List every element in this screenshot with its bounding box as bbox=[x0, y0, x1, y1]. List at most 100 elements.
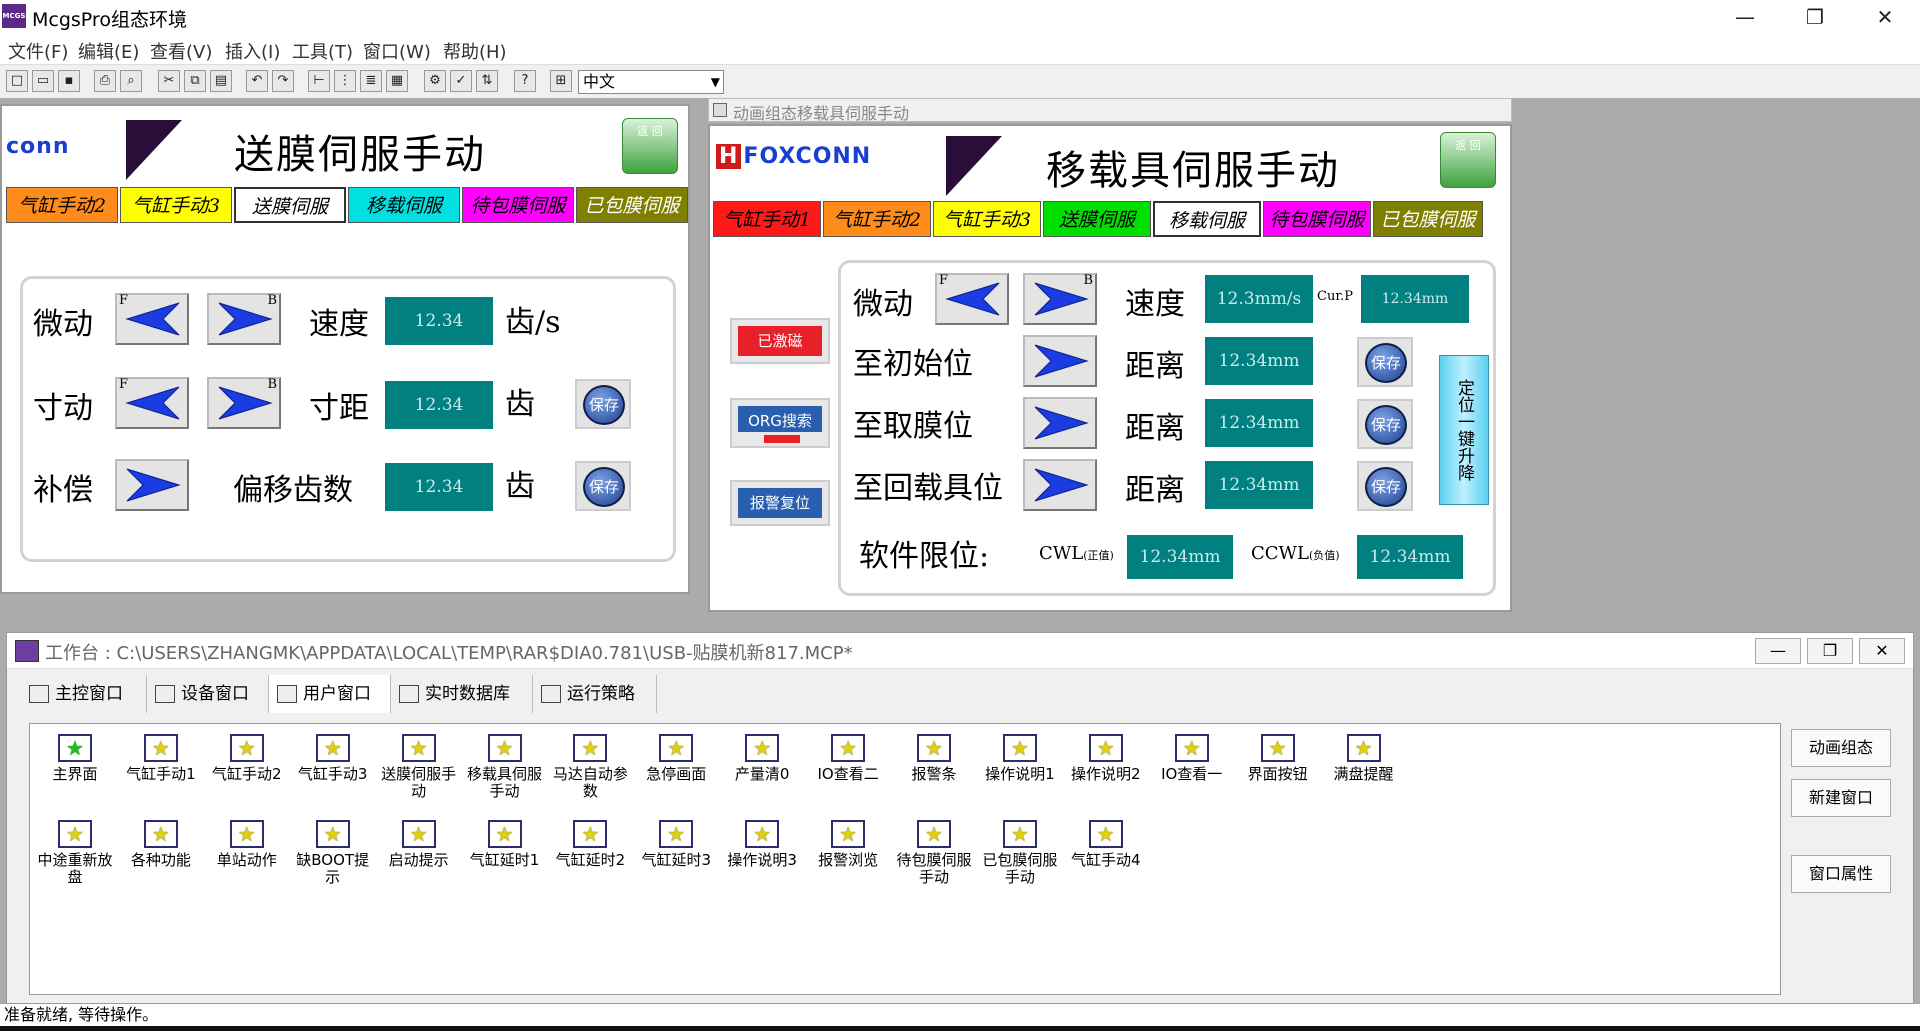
menu-insert[interactable]: 插入(I) bbox=[225, 38, 280, 64]
user-window-item[interactable]: ★ 马达自动参数 bbox=[547, 728, 633, 800]
new-icon[interactable]: □ bbox=[6, 70, 28, 92]
cwl-value[interactable]: 12.34mm bbox=[1127, 535, 1233, 579]
open-icon[interactable]: ▭ bbox=[32, 70, 54, 92]
user-window-item[interactable]: ★ 待包膜伺服手动 bbox=[891, 814, 977, 886]
save-pick-button[interactable]: 保存 bbox=[1357, 399, 1413, 449]
user-window-item[interactable]: ★ IO查看二 bbox=[805, 728, 891, 783]
tab-realtime-database[interactable]: 实时数据库 bbox=[391, 675, 533, 713]
sort-icon[interactable]: ⇅ bbox=[476, 70, 498, 92]
alarm-reset-button[interactable]: 报警复位 bbox=[730, 480, 830, 526]
undo-icon[interactable]: ↶ bbox=[246, 70, 268, 92]
user-window-item[interactable]: ★ 操作说明2 bbox=[1063, 728, 1149, 783]
user-window-item[interactable]: ★ 送膜伺服手动 bbox=[376, 728, 462, 800]
tab-wrapped-servo[interactable]: 已包膜伺服 bbox=[1373, 201, 1483, 237]
back-button[interactable]: 返 回 bbox=[1440, 132, 1496, 188]
to-return-button[interactable] bbox=[1023, 459, 1097, 511]
user-window-item[interactable]: ★ 缺BOOT提示 bbox=[290, 814, 376, 886]
user-window-item[interactable]: ★ 报警浏览 bbox=[805, 814, 891, 869]
user-window-item[interactable]: ★ 气缸手动1 bbox=[118, 728, 204, 783]
pick-distance-value[interactable]: 12.34mm bbox=[1205, 399, 1313, 447]
paste-icon[interactable]: ▤ bbox=[210, 70, 232, 92]
new-window-button[interactable]: 新建窗口 bbox=[1791, 779, 1891, 817]
speed-value[interactable]: 12.34 bbox=[385, 297, 493, 345]
language-icon[interactable]: ⊞ bbox=[550, 70, 572, 92]
inch-distance-value[interactable]: 12.34 bbox=[385, 381, 493, 429]
jog-forward-button[interactable]: F bbox=[115, 293, 189, 345]
user-window-item[interactable]: ★ 气缸手动2 bbox=[204, 728, 290, 783]
menu-help[interactable]: 帮助(H) bbox=[443, 38, 507, 64]
distribute-icon[interactable]: ⋮ bbox=[334, 70, 356, 92]
tab-user-window[interactable]: 用户窗口 bbox=[269, 675, 391, 713]
speed-value[interactable]: 12.3mm/s bbox=[1205, 275, 1313, 323]
grid-icon[interactable]: ▦ bbox=[386, 70, 408, 92]
user-window-item[interactable]: ★ 满盘提醒 bbox=[1321, 728, 1407, 783]
preview-icon[interactable]: ⌕ bbox=[120, 70, 142, 92]
user-window-item[interactable]: ★ 中途重新放盘 bbox=[32, 814, 118, 886]
restore-button[interactable]: ❐ bbox=[1780, 0, 1850, 34]
tab-main-window[interactable]: 主控窗口 bbox=[21, 675, 147, 713]
to-home-button[interactable] bbox=[1023, 335, 1097, 387]
tab-cylinder-3[interactable]: 气缸手动3 bbox=[933, 201, 1041, 237]
tab-cylinder-2[interactable]: 气缸手动2 bbox=[823, 201, 931, 237]
save-inch-button[interactable]: 保存 bbox=[575, 379, 631, 429]
to-pick-button[interactable] bbox=[1023, 397, 1097, 449]
user-window-item[interactable]: ★ 气缸延时2 bbox=[547, 814, 633, 869]
jog-backward-button[interactable]: B bbox=[207, 293, 281, 345]
user-window-item[interactable]: ★ 气缸延时3 bbox=[633, 814, 719, 869]
tab-transfer-servo[interactable]: 移载伺服 bbox=[348, 187, 460, 223]
minimize-button[interactable]: — bbox=[1710, 0, 1780, 34]
user-window-item[interactable]: ★ 气缸手动4 bbox=[1063, 814, 1149, 869]
menu-edit[interactable]: 编辑(E) bbox=[78, 38, 139, 64]
save-icon[interactable]: ▪ bbox=[58, 70, 80, 92]
tab-device-window[interactable]: 设备窗口 bbox=[147, 675, 269, 713]
close-button[interactable]: ✕ bbox=[1850, 0, 1920, 34]
tab-wrapped-servo[interactable]: 已包膜伺服 bbox=[576, 187, 688, 223]
user-window-item[interactable]: ★ 单站动作 bbox=[204, 814, 290, 869]
tab-cylinder-2[interactable]: 气缸手动2 bbox=[6, 187, 118, 223]
user-window-item[interactable]: ★ 急停画面 bbox=[633, 728, 719, 783]
user-window-item[interactable]: ★ IO查看一 bbox=[1149, 728, 1235, 783]
window-properties-button[interactable]: 窗口属性 bbox=[1791, 855, 1891, 893]
compensation-button[interactable] bbox=[115, 459, 189, 511]
offset-teeth-value[interactable]: 12.34 bbox=[385, 463, 493, 511]
return-distance-value[interactable]: 12.34mm bbox=[1205, 461, 1313, 509]
user-window-item[interactable]: ★ 各种功能 bbox=[118, 814, 204, 869]
tab-film-servo[interactable]: 送膜伺服 bbox=[234, 187, 346, 223]
help-icon[interactable]: ? bbox=[514, 70, 536, 92]
save-offset-button[interactable]: 保存 bbox=[575, 461, 631, 511]
workbench-minimize-button[interactable]: — bbox=[1755, 638, 1801, 664]
tab-pending-wrap-servo[interactable]: 待包膜伺服 bbox=[462, 187, 574, 223]
language-select[interactable]: 中文 ▼ bbox=[578, 70, 724, 94]
tab-transfer-servo[interactable]: 移载伺服 bbox=[1153, 201, 1261, 237]
inch-backward-button[interactable]: B bbox=[207, 377, 281, 429]
jog-forward-button[interactable]: F bbox=[935, 273, 1009, 325]
workbench-restore-button[interactable]: ❐ bbox=[1807, 638, 1853, 664]
ccwl-value[interactable]: 12.34mm bbox=[1357, 535, 1463, 579]
one-key-lift-button[interactable]: 定位一键升降 bbox=[1439, 355, 1489, 505]
print-icon[interactable]: ⎙ bbox=[94, 70, 116, 92]
user-window-item[interactable]: ★ 气缸手动3 bbox=[290, 728, 376, 783]
back-button[interactable]: 返 回 bbox=[622, 118, 678, 174]
user-window-item[interactable]: ★ 产量清0 bbox=[719, 728, 805, 783]
user-window-item[interactable]: ★ 气缸延时1 bbox=[462, 814, 548, 869]
home-distance-value[interactable]: 12.34mm bbox=[1205, 337, 1313, 385]
menu-file[interactable]: 文件(F) bbox=[8, 38, 68, 64]
save-return-button[interactable]: 保存 bbox=[1357, 461, 1413, 511]
user-window-item[interactable]: ★ 移载具伺服手动 bbox=[462, 728, 548, 800]
align-icon[interactable]: ⊢ bbox=[308, 70, 330, 92]
save-home-button[interactable]: 保存 bbox=[1357, 337, 1413, 387]
menu-tools[interactable]: 工具(T) bbox=[292, 38, 353, 64]
animation-config-button[interactable]: 动画组态 bbox=[1791, 729, 1891, 767]
tab-film-servo[interactable]: 送膜伺服 bbox=[1043, 201, 1151, 237]
jog-backward-button[interactable]: B bbox=[1023, 273, 1097, 325]
excited-button[interactable]: 已激磁 bbox=[730, 318, 830, 364]
copy-icon[interactable]: ⧉ bbox=[184, 70, 206, 92]
cut-icon[interactable]: ✂ bbox=[158, 70, 180, 92]
workbench-close-button[interactable]: ✕ bbox=[1859, 638, 1905, 664]
inch-forward-button[interactable]: F bbox=[115, 377, 189, 429]
redo-icon[interactable]: ↷ bbox=[272, 70, 294, 92]
tab-pending-wrap-servo[interactable]: 待包膜伺服 bbox=[1263, 201, 1371, 237]
check-icon[interactable]: ✓ bbox=[450, 70, 472, 92]
tab-cylinder-1[interactable]: 气缸手动1 bbox=[713, 201, 821, 237]
user-window-item[interactable]: ★ 启动提示 bbox=[376, 814, 462, 869]
